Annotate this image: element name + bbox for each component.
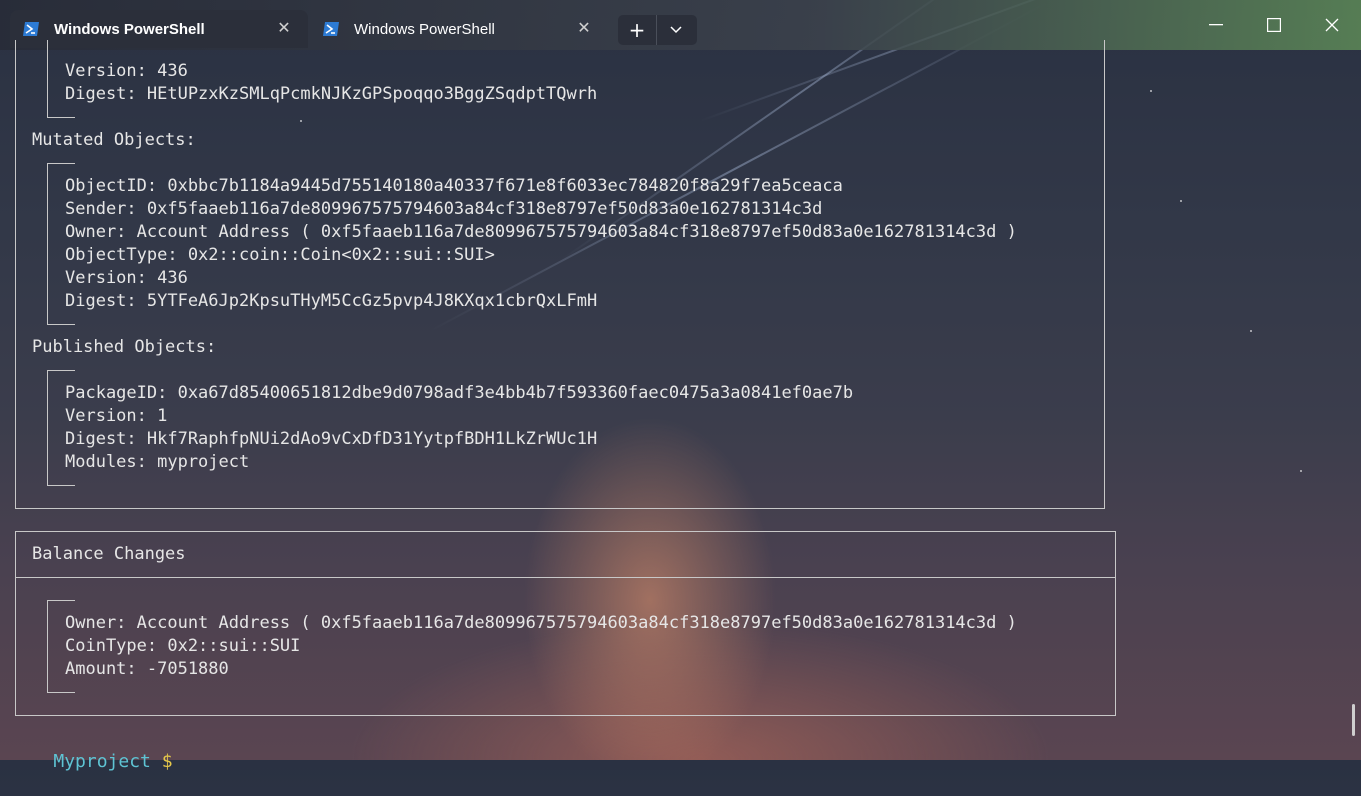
mutated-line: ObjectID: 0xbbc7b1184a9445d755140180a403…: [65, 176, 843, 196]
tab-label: Windows PowerShell: [354, 20, 495, 38]
close-icon: [1325, 18, 1339, 32]
maximize-icon: [1267, 18, 1281, 32]
close-window-button[interactable]: [1304, 8, 1360, 42]
published-line: Modules: myproject: [65, 452, 250, 472]
mutated-line: Digest: 5YTFeA6Jp2KpsuTHyM5CcGz5pvp4J8KX…: [65, 291, 598, 311]
published-objects-header: Published Objects:: [32, 337, 217, 357]
object-digest: Digest: HEtUPzxKzSMLqPcmkNJKzGPSpoqqo3Bg…: [65, 84, 598, 104]
balance-line: Owner: Account Address ( 0xf5faaeb116a7d…: [65, 613, 1017, 633]
mutated-line: Owner: Account Address ( 0xf5faaeb116a7d…: [65, 222, 1017, 242]
published-line: Version: 1: [65, 406, 168, 426]
mutated-line: ObjectType: 0x2::coin::Coin<0x2::sui::SU…: [65, 245, 495, 265]
published-line: Digest: Hkf7RaphfpNUi2dAo9vCxDfD31YytpfB…: [65, 429, 598, 449]
minimize-button[interactable]: [1188, 8, 1244, 42]
powershell-icon: [23, 22, 39, 36]
powershell-icon: [323, 22, 339, 36]
prompt-symbol: $: [161, 751, 173, 772]
scrollbar-thumb[interactable]: [1352, 704, 1355, 736]
tab-label: Windows PowerShell: [54, 20, 205, 38]
mutated-line: Version: 436: [65, 268, 188, 288]
mutated-objects-header: Mutated Objects:: [32, 130, 196, 150]
balance-line: Amount: -7051880: [65, 659, 229, 679]
object-version: Version: 436: [65, 61, 188, 81]
shell-prompt[interactable]: Myproject $: [10, 727, 172, 772]
mutated-line: Sender: 0xf5faaeb116a7de809967575794603a…: [65, 199, 823, 219]
balance-changes-header: Balance Changes: [32, 544, 186, 564]
published-line: PackageID: 0xa67d85400651812dbe9d0798adf…: [65, 383, 854, 403]
terminal-output[interactable]: Version: 436 Digest: HEtUPzxKzSMLqPcmkNJ…: [0, 40, 1361, 772]
minimize-icon: [1209, 24, 1223, 26]
balance-line: CoinType: 0x2::sui::SUI: [65, 636, 301, 656]
divider: [16, 577, 1115, 578]
close-tab-icon[interactable]: ✕: [576, 20, 592, 36]
prompt-directory: Myproject: [53, 751, 151, 772]
chevron-down-icon: [670, 26, 682, 34]
maximize-button[interactable]: [1246, 8, 1302, 42]
close-tab-icon[interactable]: ✕: [276, 20, 292, 36]
